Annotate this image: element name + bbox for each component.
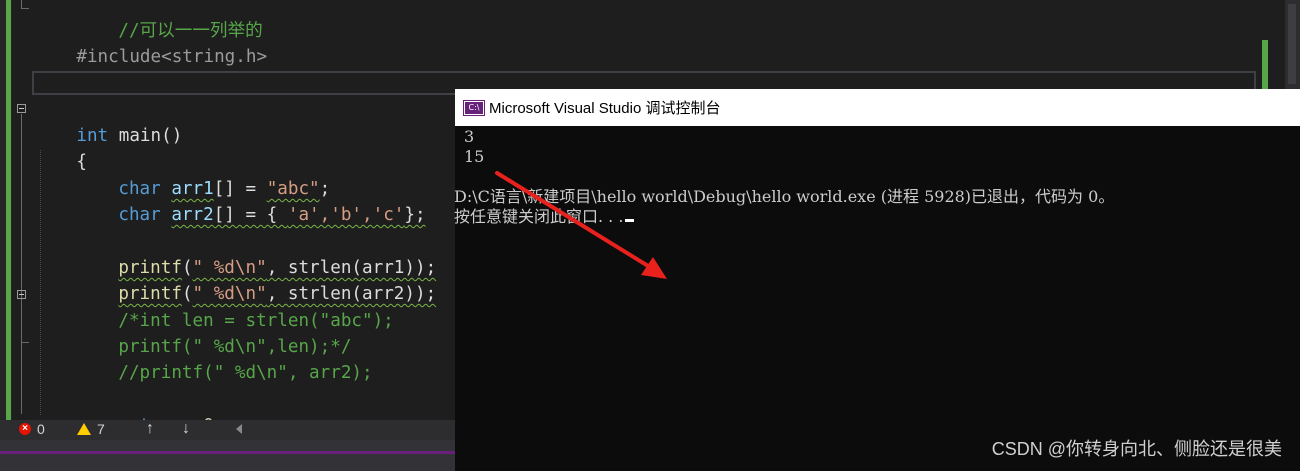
code-line: char arr2[] = { 'a','b','c'}; [76,176,425,225]
warning-icon [77,423,91,435]
vs-console-icon: C:\ [463,99,485,116]
console-output-line: 15 [464,147,485,166]
fold-tick [21,8,29,9]
editor-status-bar: × 0 7 ↑ ↓ [0,420,455,440]
console-prompt-line: 按任意键关闭此窗口. . . [454,207,635,227]
code-line: return 0; [76,387,224,436]
collapse-icon[interactable] [17,290,26,299]
console-prompt-text: 按任意键关闭此窗口. . . [454,207,624,226]
code-line: /*int len = strlen("abc"); [76,282,393,331]
console-title: Microsoft Visual Studio 调试控制台 [489,100,721,117]
horizontal-scroll-area [0,440,455,471]
code-text: }; [404,205,426,225]
console-cursor [625,219,635,222]
code-line: printf(" %d\n",len);*/ [76,308,351,357]
fold-tick [21,342,29,343]
code-line: //可以一一列举的 [76,0,262,41]
scrollbar-thumb[interactable] [1288,4,1296,84]
function-name: main() [108,126,183,146]
code-text: [] = { [213,205,288,225]
warning-count-value: 7 [97,421,105,437]
scroll-left-icon[interactable] [236,424,242,434]
comment-text: //printf(" %d\n", arr2); [118,363,373,383]
change-tracking-bar [6,0,11,420]
down-arrow-icon[interactable]: ↓ [182,420,190,438]
code-line: printf(" %d\n", strlen(arr2)); [76,255,436,304]
accent-line [0,451,455,454]
fold-line [21,0,22,8]
collapse-icon[interactable] [17,104,26,113]
char-literals: 'a','b','c' [287,205,405,225]
console-output-line: 3 [464,127,475,146]
fold-line [21,114,22,414]
code-line: int main() [34,97,182,146]
keyword: char [118,205,161,225]
error-count-value: 0 [37,421,45,437]
watermark: CSDN @你转身向北、侧脸还是很美 [991,439,1282,459]
console-title-bar[interactable]: C:\ Microsoft Visual Studio 调试控制台 [455,89,1300,126]
error-count[interactable]: × 0 [19,421,45,437]
up-arrow-icon[interactable]: ↑ [146,420,154,438]
code-line: #include<string.h> [34,18,267,67]
change-marker [1262,40,1268,95]
error-icon: × [19,423,31,435]
warning-count[interactable]: 7 [77,421,105,437]
code-line: //printf(" %d\n", arr2); [76,334,372,383]
debug-console-window[interactable]: C:\ Microsoft Visual Studio 调试控制台 3 15 D… [454,89,1300,471]
code-line: char arr1[] = "abc"; [76,150,330,199]
code-line: { [34,123,87,172]
code-line: printf(" %d\n", strlen(arr1)); [76,229,436,278]
variable: arr2 [171,205,214,225]
console-exit-line: D:\C语言\新建项目\hello world\Debug\hello worl… [454,187,1115,206]
include-directive: #include<string.h> [76,47,268,67]
